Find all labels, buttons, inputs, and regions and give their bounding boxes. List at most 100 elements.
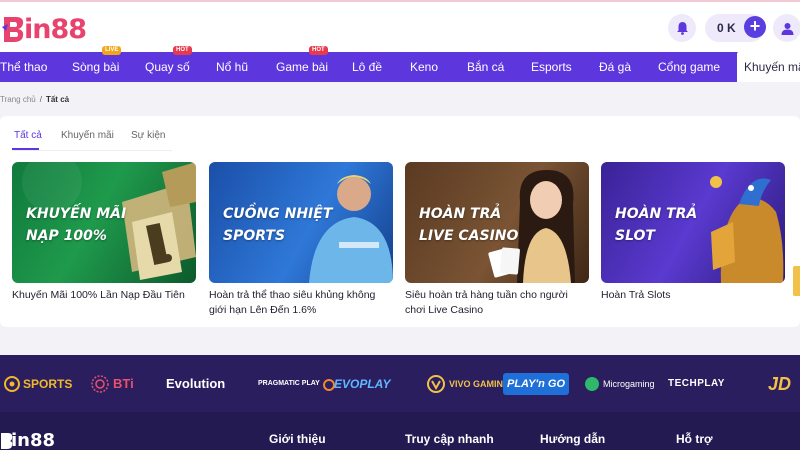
promo-card[interactable]: HOÀN TRẢ SLOT Hoàn Trả Slots xyxy=(601,162,785,303)
nav-item-label: Lô đề xyxy=(352,60,383,74)
footer-logo-mark-icon xyxy=(1,433,13,449)
nav-item-lo-de[interactable]: Lô đề xyxy=(352,52,382,82)
nav-item-esports[interactable]: Esports xyxy=(531,52,572,82)
tab-khuyen-mai[interactable]: Khuyến mãi xyxy=(61,130,114,141)
nav-item-label: Game bài xyxy=(276,60,329,74)
hot-badge: HOT xyxy=(309,46,328,55)
nav-item-song-bai[interactable]: Sòng bài LIVE xyxy=(72,46,122,82)
breadcrumb-separator: / xyxy=(39,95,42,104)
nav-item-cong-game[interactable]: Cổng game xyxy=(658,52,720,82)
provider-sports[interactable]: SPORTS xyxy=(4,373,72,395)
promo-card[interactable]: CUỒNG NHIỆT SPORTS Hoàn trả thể thao siêu… xyxy=(209,162,393,318)
footer-heading-truy-cap-nhanh: Truy cập nhanh xyxy=(405,432,494,446)
promo-card[interactable]: KHUYẾN MÃI NẠP 100% Khuyến Mãi 100% Lần N… xyxy=(12,162,196,303)
provider-evolution[interactable]: Evolution xyxy=(166,373,225,395)
banner-line-2: SLOT xyxy=(615,228,655,244)
top-header: in88 0 K + xyxy=(0,0,800,52)
promo-banner[interactable]: KHUYẾN MÃI NẠP 100% xyxy=(12,162,196,283)
hot-badge: HOT xyxy=(173,46,192,55)
site-logo[interactable]: in88 xyxy=(2,10,92,46)
tab-tat-ca[interactable]: Tất cả xyxy=(14,130,42,141)
promotions-panel: Tất cả Khuyến mãi Sự kiện KHUYẾN MÃI NẠP … xyxy=(0,116,800,327)
logo-text: in88 xyxy=(24,14,87,45)
footer-heading-ho-tro: Hỗ trợ xyxy=(676,432,713,446)
footer-heading-gioi-thieu: Giới thiệu xyxy=(269,432,326,446)
notification-button[interactable] xyxy=(668,14,696,42)
footer-logo-text: in88 xyxy=(11,430,56,450)
nav-item-label: Khuyến mãi xyxy=(744,60,800,74)
banner-title: HOÀN TRẢ SLOT xyxy=(615,203,697,247)
promo-caption[interactable]: Khuyến Mãi 100% Lần Nạp Đầu Tiên xyxy=(12,288,196,303)
provider-name: EVOPLAY xyxy=(334,377,391,391)
breadcrumb-home-link[interactable]: Trang chủ xyxy=(0,95,36,104)
footer-logo[interactable]: in88 xyxy=(0,430,55,450)
promo-banner[interactable]: HOÀN TRẢ LIVE CASINO xyxy=(405,162,589,283)
nav-item-keno[interactable]: Keno xyxy=(410,52,438,82)
tabs-divider xyxy=(12,150,172,151)
banner-line-1: KHUYẾN MÃI xyxy=(26,206,127,222)
balance-amount: 0 K xyxy=(717,21,736,35)
sports-logo-icon xyxy=(4,376,20,392)
promo-card[interactable]: HOÀN TRẢ LIVE CASINO Siêu hoàn trả hàng t… xyxy=(405,162,589,318)
provider-jd[interactable]: JD xyxy=(768,373,791,395)
nav-item-label: Esports xyxy=(531,60,572,74)
next-card-peek xyxy=(793,266,800,296)
provider-name: Microgaming xyxy=(603,379,655,389)
provider-name: TECHPLAY xyxy=(668,378,725,389)
nav-item-quay-so[interactable]: Quay số HOT xyxy=(145,46,192,82)
provider-name: BTi xyxy=(113,376,134,391)
bti-logo-icon xyxy=(91,375,109,393)
provider-name: VIVO GAMING xyxy=(449,379,511,389)
user-icon xyxy=(781,22,793,35)
nav-item-ban-ca[interactable]: Bắn cá xyxy=(467,52,504,82)
active-tab-indicator xyxy=(12,148,39,150)
nav-item-label: Đá gà xyxy=(599,60,632,74)
provider-name: PRAGMATIC PLAY xyxy=(258,380,320,387)
provider-techplay[interactable]: TECHPLAY xyxy=(668,373,725,395)
nav-item-the-thao[interactable]: Thể thao xyxy=(0,52,47,82)
nav-item-khuyen-mai[interactable]: Khuyến mãi xyxy=(737,52,800,82)
provider-name: PLAY'n GO xyxy=(503,373,570,395)
banner-line-2: SPORTS xyxy=(223,228,286,244)
nav-item-label: Sòng bài xyxy=(72,60,120,74)
provider-playngo[interactable]: PLAY'n GO xyxy=(503,373,570,395)
main-nav: Thể thao Sòng bài LIVE Quay số HOT Nổ hũ G… xyxy=(0,46,800,82)
provider-name: Evolution xyxy=(166,376,226,391)
nav-item-da-ga[interactable]: Đá gà xyxy=(599,52,631,82)
provider-bti[interactable]: BTi xyxy=(90,373,134,395)
providers-bar: SPORTS BTi Evolution PRAGMATIC PLAY EVOP… xyxy=(0,355,800,412)
nav-item-label: Cổng game xyxy=(658,60,721,74)
promo-caption[interactable]: Hoàn trả thể thao siêu khủng không giới … xyxy=(209,288,393,318)
banner-line-2: LIVE CASINO xyxy=(419,228,519,244)
account-button[interactable] xyxy=(773,14,800,42)
banner-line-2: NẠP 100% xyxy=(26,228,107,244)
promo-banner[interactable]: HOÀN TRẢ SLOT xyxy=(601,162,785,283)
nav-item-no-hu[interactable]: Nổ hũ xyxy=(216,52,248,82)
nav-item-label: Nổ hũ xyxy=(216,60,249,74)
provider-microgaming[interactable]: Microgaming xyxy=(584,373,655,395)
banner-line-1: HOÀN TRẢ xyxy=(419,206,502,222)
provider-vivo[interactable]: VIVO GAMING xyxy=(426,373,510,395)
nav-item-label: Quay số xyxy=(145,60,190,74)
nav-item-game-bai[interactable]: Game bài HOT xyxy=(276,46,329,82)
provider-name: SPORTS xyxy=(23,377,73,391)
banner-line-1: HOÀN TRẢ xyxy=(615,206,698,222)
logo-b-mark-icon xyxy=(2,17,24,42)
tab-su-kien[interactable]: Sự kiện xyxy=(131,130,166,141)
deposit-button[interactable]: + xyxy=(744,16,766,38)
vivo-logo-icon xyxy=(427,375,445,393)
banner-line-1: CUỒNG NHIỆT xyxy=(223,206,333,222)
breadcrumb-current: Tất cả xyxy=(45,95,70,104)
nav-item-label: Thể thao xyxy=(0,60,48,74)
promo-caption[interactable]: Siêu hoàn trả hàng tuần cho người chơi L… xyxy=(405,288,589,318)
promo-banner[interactable]: CUỒNG NHIỆT SPORTS xyxy=(209,162,393,283)
provider-pragmatic[interactable]: PRAGMATIC PLAY xyxy=(258,373,339,395)
footer-heading-huong-dan: Hướng dẫn xyxy=(540,432,606,446)
microgaming-logo-icon xyxy=(585,377,599,391)
promo-caption[interactable]: Hoàn Trả Slots xyxy=(601,288,785,303)
provider-evoplay[interactable]: EVOPLAY xyxy=(334,373,390,395)
breadcrumb: Trang chủ / Tất cả xyxy=(0,95,69,104)
nav-item-label: Bắn cá xyxy=(467,60,505,74)
banner-title: KHUYẾN MÃI NẠP 100% xyxy=(26,203,126,247)
banner-title: HOÀN TRẢ LIVE CASINO xyxy=(419,203,518,247)
